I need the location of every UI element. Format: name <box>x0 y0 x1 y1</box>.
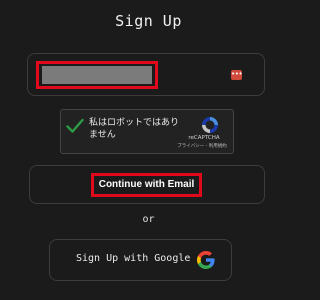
email-field[interactable] <box>42 66 152 84</box>
page-title: Sign Up <box>115 12 182 30</box>
recaptcha-icon <box>202 117 218 133</box>
continue-with-email-button[interactable]: Continue with Email <box>91 173 202 197</box>
google-button-label: Sign Up with Google <box>76 253 191 264</box>
recaptcha-label: 私はロボットではありません <box>89 118 180 140</box>
google-icon <box>197 251 215 269</box>
recaptcha-brand: reCAPTCHA <box>188 135 220 141</box>
or-separator: or <box>142 214 155 225</box>
recaptcha-links[interactable]: プライバシー - 利用規約 <box>168 143 236 149</box>
sign-up-with-google-button[interactable]: Sign Up with Google <box>49 239 232 281</box>
checkmark-icon[interactable] <box>66 118 84 134</box>
password-manager-icon[interactable]: ••• <box>231 70 243 80</box>
